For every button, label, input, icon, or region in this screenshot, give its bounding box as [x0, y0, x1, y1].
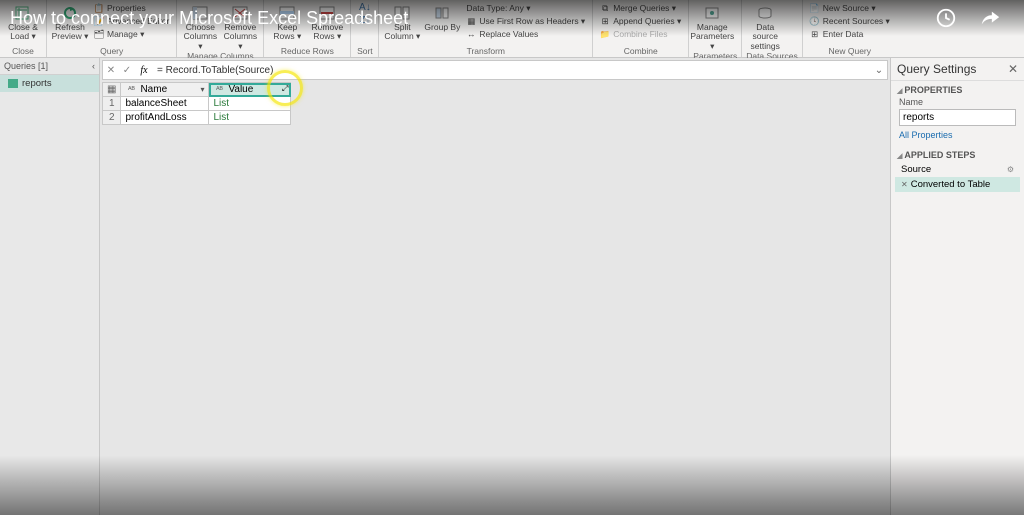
cell-value[interactable]: List	[209, 111, 291, 125]
applied-step-source[interactable]: Source ⚙	[895, 162, 1020, 177]
properties-section-title: PROPERTIES	[891, 81, 1024, 97]
formula-text[interactable]: = Record.ToTable(Source)	[153, 65, 871, 76]
expand-column-icon[interactable]: ⤢	[282, 84, 288, 94]
watch-later-button[interactable]	[932, 4, 960, 32]
data-grid: ▦ ᴬᴮ Name ▾ ᴬᴮ Value	[102, 82, 888, 125]
delete-step-icon[interactable]: ✕	[901, 180, 908, 189]
queries-header: Queries [1] ‹	[0, 58, 99, 75]
query-settings-title: Query Settings	[897, 62, 976, 76]
queries-collapse-icon[interactable]: ‹	[92, 61, 95, 71]
query-settings-panel: Query Settings ✕ PROPERTIES Name All Pro…	[890, 58, 1024, 515]
name-label: Name	[891, 97, 1024, 107]
applied-step-converted-to-table[interactable]: ✕ Converted to Table	[895, 177, 1020, 192]
video-title: How to connect your Microsoft Excel Spre…	[10, 8, 408, 29]
queries-panel: Queries [1] ‹ reports	[0, 58, 100, 515]
workspace: Queries [1] ‹ reports ✕ ✓ fx = Record.To…	[0, 58, 1024, 515]
main-area: ✕ ✓ fx = Record.ToTable(Source) ⌄ ▦ ᴬᴮ N…	[100, 58, 890, 515]
table-row[interactable]: 2 profitAndLoss List	[103, 111, 291, 125]
close-settings-button[interactable]: ✕	[1008, 62, 1018, 76]
applied-steps-title: APPLIED STEPS	[891, 146, 1024, 162]
table-row[interactable]: 1 balanceSheet List	[103, 97, 291, 111]
cell-name[interactable]: profitAndLoss	[121, 111, 209, 125]
table-icon	[8, 79, 18, 88]
column-filter-icon[interactable]: ▾	[200, 85, 204, 94]
video-title-bar: How to connect your Microsoft Excel Spre…	[0, 0, 1024, 36]
formula-expand-button[interactable]: ⌄	[871, 65, 887, 76]
column-header-name[interactable]: ᴬᴮ Name ▾	[121, 83, 209, 97]
share-button[interactable]	[976, 4, 1004, 32]
all-properties-link[interactable]: All Properties	[891, 128, 1024, 146]
text-type-icon: ᴬᴮ	[125, 85, 137, 95]
formula-commit-button[interactable]: ✓	[119, 65, 135, 76]
formula-cancel-button[interactable]: ✕	[103, 65, 119, 76]
cell-value[interactable]: List	[209, 97, 291, 111]
gear-icon[interactable]: ⚙	[1007, 165, 1014, 174]
fx-icon[interactable]: fx	[135, 65, 153, 76]
query-item-reports[interactable]: reports	[0, 75, 99, 92]
cell-name[interactable]: balanceSheet	[121, 97, 209, 111]
any-type-icon: ᴬᴮ	[213, 85, 225, 95]
corner-cell[interactable]: ▦	[103, 83, 121, 97]
column-header-value[interactable]: ᴬᴮ Value ⤢	[209, 83, 291, 97]
power-query-editor: Close & Load ▾ Close Refresh Preview ▾ 📋…	[0, 0, 1024, 515]
formula-bar: ✕ ✓ fx = Record.ToTable(Source) ⌄	[102, 60, 888, 80]
query-name-input[interactable]	[899, 109, 1016, 126]
